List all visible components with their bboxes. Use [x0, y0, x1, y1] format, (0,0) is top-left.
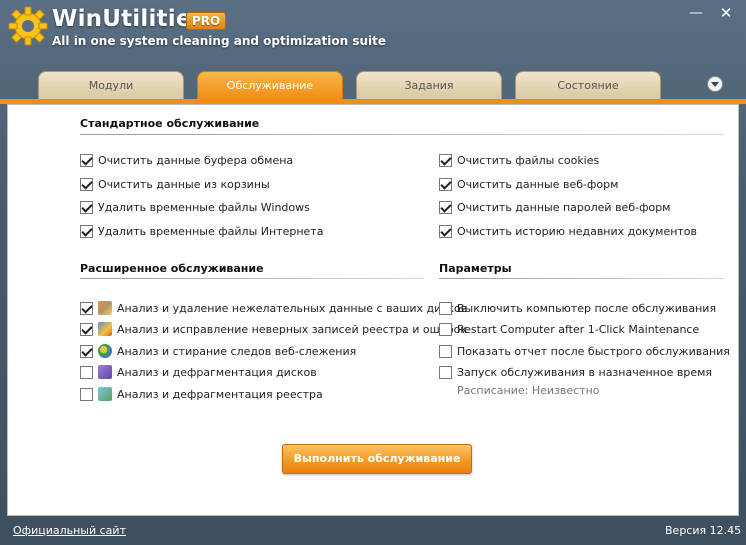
option-clear-recent-docs[interactable]: Очистить историю недавних документов — [439, 223, 697, 239]
option-label: Анализ и исправление неверных записей ре… — [117, 322, 468, 336]
advanced-section-title: Расширенное обслуживание — [80, 262, 264, 275]
advanced-separator — [80, 278, 424, 279]
scheduled-run-checkbox[interactable] — [439, 365, 452, 379]
option-label: Анализ и дефрагментация реестра — [117, 387, 323, 401]
web-forms-checkbox[interactable] — [439, 177, 452, 191]
official-site-link[interactable]: Официальный сайт — [13, 524, 126, 537]
standard-section-title: Стандартное обслуживание — [80, 117, 260, 130]
minimize-button[interactable]: — — [686, 4, 706, 22]
schedule-status: Расписание: Неизвестно — [457, 384, 600, 397]
standard-separator — [80, 134, 724, 135]
app-title: WinUtilities — [52, 6, 206, 32]
option-registry-defrag[interactable]: Анализ и дефрагментация реестра — [80, 386, 323, 402]
option-clear-web-forms[interactable]: Очистить данные веб-форм — [439, 176, 618, 192]
tab-bar: Модули Обслуживание Задания Состояние — [38, 71, 678, 100]
params-separator — [439, 278, 724, 279]
app-subtitle: All in one system cleaning and optimizat… — [52, 34, 387, 48]
web-tracks-icon — [98, 344, 112, 358]
option-show-report[interactable]: Показать отчет после быстрого обслуживан… — [439, 343, 730, 359]
option-clear-recycle-bin[interactable]: Очистить данные из корзины — [80, 176, 270, 192]
option-label: Удалить временные файлы Windows — [98, 200, 310, 214]
option-label: Очистить данные буфера обмена — [98, 153, 294, 167]
cookies-checkbox[interactable] — [439, 153, 452, 167]
option-restart-after[interactable]: Restart Computer after 1-Click Maintenan… — [439, 321, 699, 337]
option-clear-clipboard[interactable]: Очистить данные буфера обмена — [80, 152, 293, 168]
disk-defrag-icon — [98, 365, 112, 379]
menu-dropdown-icon[interactable] — [707, 76, 723, 92]
recycle-bin-checkbox[interactable] — [80, 177, 93, 191]
option-disk-defrag[interactable]: Анализ и дефрагментация дисков — [80, 364, 317, 380]
tab-tasks[interactable]: Задания — [356, 71, 502, 100]
option-label: Очистить данные веб-форм — [457, 177, 619, 191]
tab-modules[interactable]: Модули — [38, 71, 184, 100]
tab-status[interactable]: Состояние — [515, 71, 661, 100]
recent-docs-checkbox[interactable] — [439, 224, 452, 238]
version-label: Версия 12.45 — [665, 524, 742, 537]
maintenance-panel: Стандартное обслуживание Очистить данные… — [7, 104, 739, 516]
registry-defrag-checkbox[interactable] — [80, 387, 93, 401]
registry-defrag-icon — [98, 387, 112, 401]
params-section-title: Параметры — [439, 262, 512, 275]
web-tracks-checkbox[interactable] — [80, 344, 93, 358]
pro-badge: PRO — [186, 12, 227, 30]
tab-maintenance[interactable]: Обслуживание — [197, 71, 343, 100]
option-web-tracks[interactable]: Анализ и стирание следов веб-слежения — [80, 343, 356, 359]
option-label: Очистить файлы cookies — [457, 153, 600, 167]
option-disk-cleaner[interactable]: Анализ и удаление нежелательных данные с… — [80, 300, 467, 316]
option-internet-temp[interactable]: Удалить временные файлы Интернета — [80, 223, 323, 239]
internet-temp-checkbox[interactable] — [80, 224, 93, 238]
close-button[interactable]: ✕ — [716, 4, 736, 22]
option-label: Очистить данные из корзины — [98, 177, 270, 191]
disk-defrag-checkbox[interactable] — [80, 365, 93, 379]
registry-cleaner-checkbox[interactable] — [80, 322, 93, 336]
option-label: Очистить данные паролей веб-форм — [457, 200, 671, 214]
windows-temp-checkbox[interactable] — [80, 200, 93, 214]
title-bar: WinUtilities PRO All in one system clean… — [0, 0, 746, 72]
option-label: Удалить временные файлы Интернета — [98, 224, 324, 238]
run-maintenance-button[interactable]: Выполнить обслуживание — [282, 444, 472, 474]
option-windows-temp[interactable]: Удалить временные файлы Windows — [80, 199, 310, 215]
gear-logo-icon — [8, 6, 48, 46]
web-passwords-checkbox[interactable] — [439, 200, 452, 214]
option-scheduled-run[interactable]: Запуск обслуживания в назначенное время — [439, 364, 712, 380]
shutdown-checkbox[interactable] — [439, 301, 452, 315]
clipboard-checkbox[interactable] — [80, 153, 93, 167]
option-label: Выключить компьютер после обслуживания — [457, 301, 717, 315]
option-label: Запуск обслуживания в назначенное время — [457, 365, 713, 379]
registry-icon — [98, 322, 112, 336]
option-label: Анализ и стирание следов веб-слежения — [117, 344, 357, 358]
option-label: Очистить историю недавних документов — [457, 224, 698, 238]
option-shutdown-after[interactable]: Выключить компьютер после обслуживания — [439, 300, 716, 316]
option-label: Показать отчет после быстрого обслуживан… — [457, 344, 730, 358]
option-clear-cookies[interactable]: Очистить файлы cookies — [439, 152, 599, 168]
option-registry-cleaner[interactable]: Анализ и исправление неверных записей ре… — [80, 321, 467, 337]
option-label: Restart Computer after 1-Click Maintenan… — [457, 322, 700, 336]
option-label: Анализ и дефрагментация дисков — [117, 365, 317, 379]
option-clear-web-passwords[interactable]: Очистить данные паролей веб-форм — [439, 199, 671, 215]
show-report-checkbox[interactable] — [439, 344, 452, 358]
restart-checkbox[interactable] — [439, 322, 452, 336]
disk-cleaner-icon — [98, 301, 112, 315]
disk-cleaner-checkbox[interactable] — [80, 301, 93, 315]
option-label: Анализ и удаление нежелательных данные с… — [117, 301, 468, 315]
